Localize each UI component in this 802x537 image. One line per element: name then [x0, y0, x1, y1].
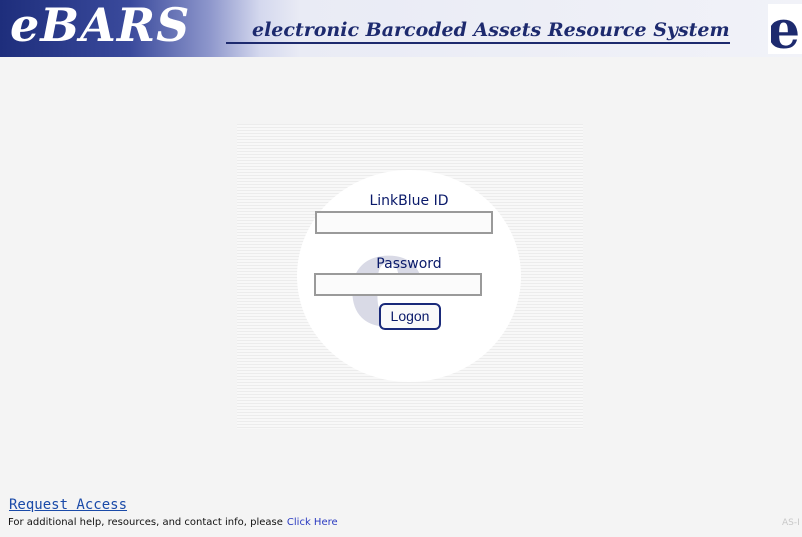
password-input[interactable]	[314, 273, 482, 296]
logon-button[interactable]: Logon	[379, 303, 441, 330]
username-label: LinkBlue ID	[369, 193, 449, 209]
password-label: Password	[376, 256, 442, 272]
help-text: For additional help, resources, and cont…	[8, 517, 283, 528]
username-input[interactable]	[315, 211, 493, 234]
help-click-here-link[interactable]: Click Here	[287, 517, 338, 528]
request-access-link[interactable]: Request Access	[9, 497, 127, 513]
e-logo-icon: e	[768, 4, 802, 54]
svg-text:e: e	[771, 4, 800, 54]
app-logo: eBARS	[10, 0, 191, 52]
app-tagline: electronic Barcoded Assets Resource Syst…	[226, 18, 730, 44]
header-banner: eBARS electronic Barcoded Assets Resourc…	[0, 0, 802, 57]
version-tag: AS-I	[782, 518, 800, 528]
help-line: For additional help, resources, and cont…	[8, 517, 338, 528]
